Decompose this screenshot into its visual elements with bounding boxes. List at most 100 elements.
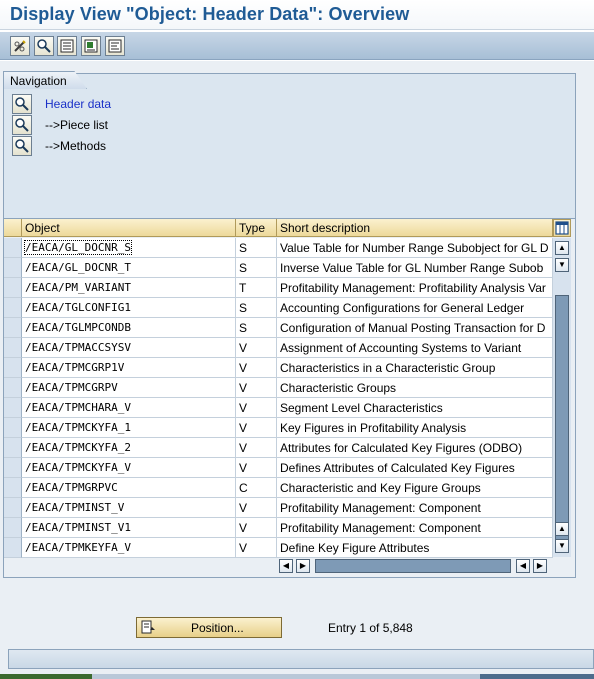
- row-selector[interactable]: [4, 398, 22, 418]
- row-selector[interactable]: [4, 278, 22, 298]
- row-selector[interactable]: [4, 378, 22, 398]
- scroll-page-down-button[interactable]: ▼: [555, 258, 569, 272]
- object-cell[interactable]: /EACA/TPMINST_V: [22, 498, 236, 518]
- object-cell[interactable]: /EACA/TPMCGRPV: [22, 378, 236, 398]
- object-cell[interactable]: /EACA/TPMCKYFA_1: [22, 418, 236, 438]
- table-row[interactable]: /EACA/TPMINST_V1 V Profitability Managemen…: [4, 518, 553, 538]
- row-selector[interactable]: [4, 418, 22, 438]
- nav-header-data-button[interactable]: [12, 94, 32, 114]
- table-row[interactable]: /EACA/TGLCONFIG1 S Accounting Configuratio…: [4, 298, 553, 318]
- column-header-type[interactable]: Type: [236, 219, 277, 237]
- object-cell[interactable]: /EACA/TPMCKYFA_2: [22, 438, 236, 458]
- select-all-button[interactable]: [57, 36, 77, 56]
- table-row[interactable]: /EACA/TPMKEYFA_V V Define Key Figure Attri…: [4, 538, 553, 558]
- horizontal-scroll-thumb[interactable]: [315, 559, 511, 573]
- type-cell: V: [236, 498, 277, 518]
- nav-item-label[interactable]: -->Piece list: [45, 118, 108, 132]
- horizontal-scrollbar[interactable]: ◀ ▶ ◀ ▶: [277, 558, 553, 574]
- navigation-tab: Navigation: [3, 71, 87, 89]
- table-row[interactable]: /EACA/TPMCKYFA_1 V Key Figures in Profitab…: [4, 418, 553, 438]
- nav-item-methods[interactable]: -->Methods: [12, 136, 312, 156]
- scroll-left-button[interactable]: ◀: [516, 559, 530, 573]
- table-row[interactable]: /EACA/TPMCHARA_V V Segment Level Character…: [4, 398, 553, 418]
- type-cell: V: [236, 338, 277, 358]
- table-row[interactable]: /EACA/TPMACCSYSV V Assignment of Accountin…: [4, 338, 553, 358]
- select-all-rows-header[interactable]: [4, 219, 22, 237]
- table-row[interactable]: /EACA/TPMCGRP1V V Characteristics in a Cha…: [4, 358, 553, 378]
- table-settings-button[interactable]: [553, 219, 571, 237]
- object-cell[interactable]: /EACA/TPMCHARA_V: [22, 398, 236, 418]
- object-cell[interactable]: /EACA/TPMCGRP1V: [22, 358, 236, 378]
- object-name: /EACA/TPMCKYFA_2: [25, 441, 131, 454]
- display-change-button[interactable]: [10, 36, 30, 56]
- nav-methods-button[interactable]: [12, 136, 32, 156]
- object-cell[interactable]: /EACA/GL_DOCNR_T: [22, 258, 236, 278]
- type-cell: V: [236, 438, 277, 458]
- description-cell: Assignment of Accounting Systems to Vari…: [277, 338, 553, 358]
- scroll-page-up-button[interactable]: ▲: [555, 241, 569, 255]
- column-header-short-description[interactable]: Short description: [277, 219, 553, 237]
- row-selector[interactable]: [4, 458, 22, 478]
- type-cell: V: [236, 418, 277, 438]
- object-cell[interactable]: /EACA/PM_VARIANT: [22, 278, 236, 298]
- object-cell[interactable]: /EACA/TPMINST_V1: [22, 518, 236, 538]
- nav-item-label[interactable]: -->Methods: [45, 139, 106, 153]
- description-cell: Segment Level Characteristics: [277, 398, 553, 418]
- row-selector[interactable]: [4, 318, 22, 338]
- row-selector[interactable]: [4, 358, 22, 378]
- row-selector[interactable]: [4, 238, 22, 258]
- scroll-right-last-button[interactable]: ▶: [533, 559, 547, 573]
- row-selector[interactable]: [4, 498, 22, 518]
- details-button[interactable]: [34, 36, 54, 56]
- nav-item-label[interactable]: Header data: [45, 97, 111, 111]
- nav-piece-list-button[interactable]: [12, 115, 32, 135]
- status-bar: [8, 649, 594, 669]
- vertical-scroll-thumb[interactable]: [555, 295, 569, 540]
- position-button[interactable]: Position...: [136, 617, 282, 638]
- scroll-right-button[interactable]: ▶: [296, 559, 310, 573]
- description-cell: Value Table for Number Range Subobject f…: [277, 238, 553, 258]
- triangle-right-icon: ▶: [536, 561, 544, 570]
- row-selector[interactable]: [4, 538, 22, 558]
- table-row[interactable]: /EACA/TPMGRPVC C Characteristic and Key Fi…: [4, 478, 553, 498]
- scroll-up-button[interactable]: ▲: [555, 522, 569, 536]
- table-row[interactable]: /EACA/TGLMPCONDB S Configuration of Manual…: [4, 318, 553, 338]
- row-selector[interactable]: [4, 298, 22, 318]
- table-row[interactable]: /EACA/TPMINST_V V Profitability Management…: [4, 498, 553, 518]
- table-row[interactable]: /EACA/GL_DOCNR_T S Inverse Value Table for…: [4, 258, 553, 278]
- table-row[interactable]: /EACA/GL_DOCNR_S S Value Table for Number …: [4, 238, 553, 258]
- column-header-object[interactable]: Object: [22, 219, 236, 237]
- object-cell[interactable]: /EACA/TGLCONFIG1: [22, 298, 236, 318]
- scroll-down-button[interactable]: ▼: [555, 539, 569, 553]
- triangle-down-icon: ▼: [558, 541, 566, 550]
- select-block-button[interactable]: [81, 36, 101, 56]
- type-cell: S: [236, 298, 277, 318]
- nav-item-header-data[interactable]: Header data: [12, 94, 312, 114]
- nav-item-piece-list[interactable]: -->Piece list: [12, 115, 312, 135]
- row-selector[interactable]: [4, 338, 22, 358]
- table-row[interactable]: /EACA/TPMCGRPV V Characteristic Groups: [4, 378, 553, 398]
- row-selector[interactable]: [4, 438, 22, 458]
- object-cell[interactable]: /EACA/TPMKEYFA_V: [22, 538, 236, 558]
- table-row[interactable]: /EACA/PM_VARIANT T Profitability Managemen…: [4, 278, 553, 298]
- object-name: /EACA/TPMCKYFA_V: [25, 461, 131, 474]
- deselect-all-button[interactable]: [105, 36, 125, 56]
- object-cell[interactable]: /EACA/TGLMPCONDB: [22, 318, 236, 338]
- row-selector[interactable]: [4, 478, 22, 498]
- vertical-scrollbar[interactable]: ▲ ▼ ▲ ▼: [553, 238, 571, 557]
- type-cell: V: [236, 518, 277, 538]
- object-cell[interactable]: /EACA/TPMACCSYSV: [22, 338, 236, 358]
- table-row[interactable]: /EACA/TPMCKYFA_2 V Attributes for Calculat…: [4, 438, 553, 458]
- magnifier-icon: [15, 97, 29, 111]
- row-selector[interactable]: [4, 258, 22, 278]
- type-cell: S: [236, 318, 277, 338]
- object-cell[interactable]: /EACA/TPMCKYFA_V: [22, 458, 236, 478]
- object-cell[interactable]: /EACA/TPMGRPVC: [22, 478, 236, 498]
- table-row[interactable]: /EACA/TPMCKYFA_V V Defines Attributes of C…: [4, 458, 553, 478]
- page-title: Display View "Object: Header Data": Over…: [10, 4, 410, 24]
- type-cell: V: [236, 538, 277, 558]
- row-selector[interactable]: [4, 518, 22, 538]
- scroll-left-first-button[interactable]: ◀: [279, 559, 293, 573]
- object-cell[interactable]: /EACA/GL_DOCNR_S: [22, 238, 236, 258]
- triangle-left-icon: ◀: [519, 561, 527, 570]
